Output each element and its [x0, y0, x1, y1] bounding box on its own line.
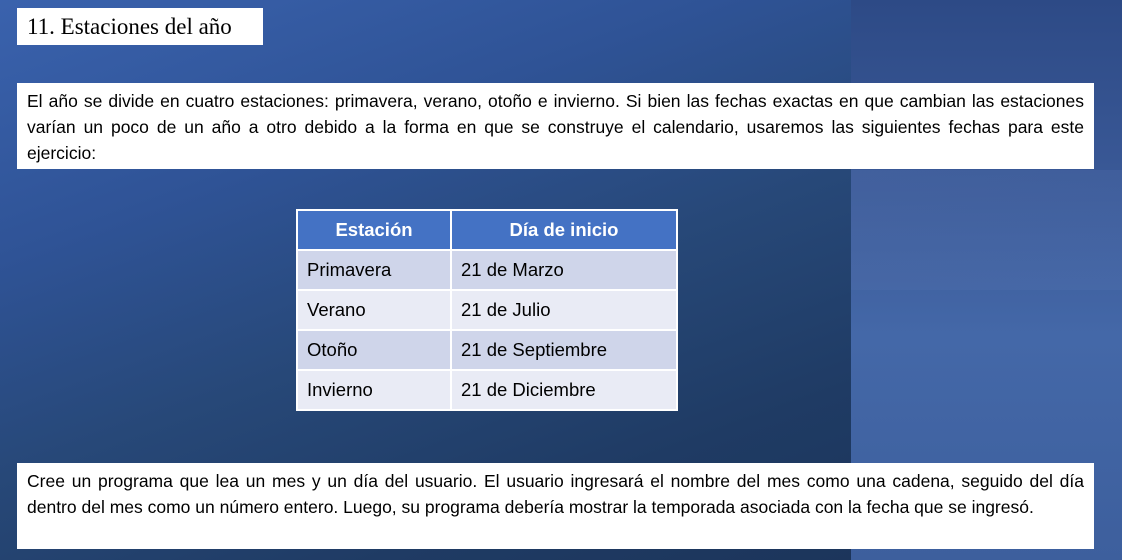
slide-title: 11. Estaciones del año: [17, 8, 263, 45]
start-day-cell: 21 de Marzo: [450, 249, 678, 291]
start-day-cell: 21 de Septiembre: [450, 329, 678, 371]
table-row: Verano 21 de Julio: [296, 289, 678, 331]
season-cell: Invierno: [296, 369, 452, 411]
instructions-paragraph: Cree un programa que lea un mes y un día…: [17, 463, 1094, 549]
start-day-cell: 21 de Diciembre: [450, 369, 678, 411]
intro-paragraph: El año se divide en cuatro estaciones: p…: [17, 83, 1094, 169]
table-row: Invierno 21 de Diciembre: [296, 369, 678, 411]
season-cell: Verano: [296, 289, 452, 331]
table-row: Otoño 21 de Septiembre: [296, 329, 678, 371]
start-day-cell: 21 de Julio: [450, 289, 678, 331]
background-band: [851, 170, 1122, 290]
column-header-start-day: Día de inicio: [450, 209, 678, 251]
table-row: Primavera 21 de Marzo: [296, 249, 678, 291]
column-header-season: Estación: [296, 209, 452, 251]
season-cell: Primavera: [296, 249, 452, 291]
table-header-row: Estación Día de inicio: [296, 209, 678, 251]
season-cell: Otoño: [296, 329, 452, 371]
seasons-table: Estación Día de inicio Primavera 21 de M…: [296, 209, 678, 411]
